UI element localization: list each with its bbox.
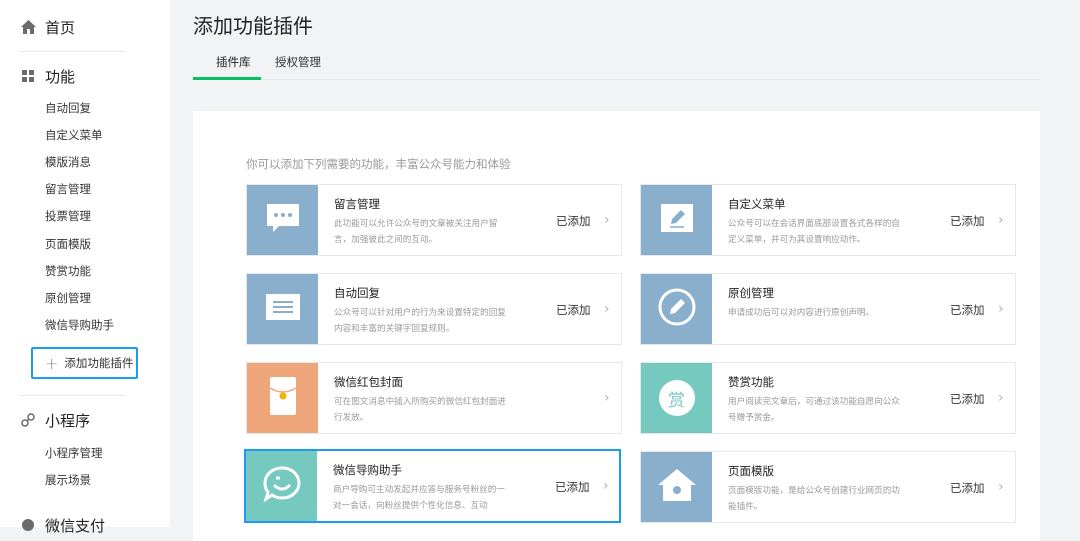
plugin-status: 已添加 — [555, 480, 590, 494]
plugin-name: 页面模版 — [728, 464, 774, 478]
plugin-card-original[interactable]: 原创管理 申请成功后可以对内容进行原创声明。 已添加 › — [640, 273, 1016, 345]
plugin-thumb — [641, 452, 712, 522]
chevron-right-icon: › — [998, 212, 1004, 228]
sidebar-item-original[interactable]: 原创管理 — [45, 289, 91, 307]
plugin-name: 原创管理 — [728, 286, 774, 300]
sidebar-item-mini-manage[interactable]: 小程序管理 — [45, 444, 103, 462]
plugin-card-shopping-assistant[interactable]: 微信导购助手 商户导购可主动发起并应答与服务号粉丝的一对一会话，向粉丝提供个性化… — [244, 449, 621, 523]
plugin-card-page-template[interactable]: 页面模版 页面模版功能，是给公众号创建行业网页的功能插件。 已添加 › — [640, 451, 1016, 523]
plugin-thumb — [641, 185, 712, 255]
plugin-desc: 页面模版功能，是给公众号创建行业网页的功能插件。 — [728, 486, 900, 512]
main-content: 添加功能插件 插件库 授权管理 你可以添加下列需要的功能，丰富公众号能力和体验 … — [170, 0, 1080, 541]
plugin-card-red-envelope[interactable]: 微信红包封面 可在图文消息中插入所购买的微信红包封面进行发放。 › — [246, 362, 622, 434]
plugin-name: 自动回复 — [334, 286, 380, 300]
plugin-desc: 用户阅读完文章后，可通过该功能自愿向公众号赠予赏金。 — [728, 397, 900, 423]
plugin-status: 已添加 — [950, 392, 985, 406]
house-icon — [656, 467, 698, 507]
plugin-thumb: 赏 — [641, 363, 712, 433]
pay-icon — [20, 517, 36, 533]
chevron-right-icon: › — [998, 390, 1004, 406]
add-plugin-button[interactable]: + 添加功能插件 — [31, 347, 138, 379]
reward-icon-glyph: 赏 — [668, 390, 685, 411]
intro-text: 你可以添加下列需要的功能，丰富公众号能力和体验 — [246, 157, 511, 171]
plugin-status: 已添加 — [556, 303, 591, 317]
page-title: 添加功能插件 — [193, 14, 313, 38]
plugin-card-auto-reply[interactable]: 自动回复 公众号可以针对用户的行为来设置特定的回复内容和丰富的关键字回复规则。 … — [246, 273, 622, 345]
plugin-name: 赞赏功能 — [728, 375, 774, 389]
plugin-thumb — [247, 185, 318, 255]
chevron-right-icon: › — [604, 390, 610, 406]
sidebar-item-custom-menu[interactable]: 自定义菜单 — [45, 126, 103, 144]
grid-icon — [20, 68, 36, 84]
red-envelope-icon — [269, 376, 297, 420]
plugin-panel: 你可以添加下列需要的功能，丰富公众号能力和体验 留言管理 此功能可以允许公众号的… — [193, 111, 1040, 541]
speech-bubble-icon — [265, 202, 301, 238]
nav-features[interactable]: 功能 — [20, 64, 75, 88]
tab-authorization[interactable]: 授权管理 — [275, 54, 321, 70]
sidebar-item-page-template[interactable]: 页面模版 — [45, 235, 91, 253]
plugin-name: 自定义菜单 — [728, 197, 786, 211]
sidebar-item-voting[interactable]: 投票管理 — [45, 207, 91, 225]
sidebar-item-reward[interactable]: 赞赏功能 — [45, 262, 91, 280]
circle-pen-icon — [657, 287, 697, 331]
nav-home[interactable]: 首页 — [20, 15, 75, 39]
plugin-thumb — [641, 274, 712, 344]
nav-features-label: 功能 — [45, 67, 76, 86]
plugin-desc: 此功能可以允许公众号的文章被关注用户留言，加强彼此之间的互动。 — [334, 219, 498, 245]
smile-chat-icon — [262, 466, 302, 506]
plugin-status: 已添加 — [950, 303, 985, 317]
plugin-desc: 公众号可以在会话界面底部设置各式各样的自定义菜单，并可为其设置响应动作。 — [728, 219, 900, 245]
sidebar-item-template-message[interactable]: 模版消息 — [45, 153, 91, 171]
sidebar: 首页 功能 自动回复 自定义菜单 模版消息 留言管理 投票管理 页面模版 赞赏功… — [0, 0, 170, 535]
nav-wechat-pay-label: 微信支付 — [45, 516, 106, 535]
sidebar-item-comments[interactable]: 留言管理 — [45, 180, 91, 198]
tab-plugin-library[interactable]: 插件库 — [216, 54, 251, 70]
chevron-right-icon: › — [604, 212, 610, 228]
plugin-card-reward[interactable]: 赏 赞赏功能 用户阅读完文章后，可通过该功能自愿向公众号赠予赏金。 已添加 › — [640, 362, 1016, 434]
chevron-right-icon: › — [604, 301, 610, 317]
sidebar-item-shopping-assistant[interactable]: 微信导购助手 — [45, 316, 114, 334]
sidebar-item-display-scene[interactable]: 展示场景 — [45, 471, 91, 489]
reward-icon: 赏 — [658, 380, 695, 416]
divider — [20, 395, 126, 396]
chevron-right-icon: › — [998, 479, 1004, 495]
nav-mini-program-label: 小程序 — [45, 411, 91, 430]
plugin-status: 已添加 — [950, 481, 985, 495]
plugin-thumb — [246, 451, 317, 521]
chevron-right-icon: › — [603, 478, 609, 494]
plugin-card-custom-menu[interactable]: 自定义菜单 公众号可以在会话界面底部设置各式各样的自定义菜单，并可为其设置响应动… — [640, 184, 1016, 256]
plugin-card-comments[interactable]: 留言管理 此功能可以允许公众号的文章被关注用户留言，加强彼此之间的互动。 已添加… — [246, 184, 622, 256]
link-icon — [20, 412, 36, 428]
plugin-thumb — [247, 363, 318, 433]
nav-mini-program[interactable]: 小程序 — [20, 408, 90, 432]
plugin-thumb — [247, 274, 318, 344]
home-icon — [20, 19, 36, 35]
tab-bar: 插件库 授权管理 — [193, 48, 1040, 80]
plugin-desc: 申请成功后可以对内容进行原创声明。 — [728, 308, 875, 318]
plugin-status: 已添加 — [556, 214, 591, 228]
message-lines-icon — [265, 293, 301, 325]
nav-home-label: 首页 — [45, 18, 76, 37]
plugin-name: 微信红包封面 — [334, 375, 403, 389]
nav-wechat-pay[interactable]: 微信支付 — [20, 513, 105, 537]
plugin-desc: 商户导购可主动发起并应答与服务号粉丝的一对一会话，向粉丝提供个性化信息、互动 — [333, 485, 505, 511]
chevron-right-icon: › — [998, 301, 1004, 317]
add-plugin-label: 添加功能插件 — [64, 356, 134, 370]
plugin-status: 已添加 — [950, 214, 985, 228]
sidebar-item-auto-reply[interactable]: 自动回复 — [45, 99, 91, 117]
plugin-name: 留言管理 — [334, 197, 380, 211]
plugin-name: 微信导购助手 — [333, 463, 402, 477]
plus-icon: + — [45, 353, 59, 373]
active-tab-indicator — [193, 77, 261, 80]
plugin-desc: 可在图文消息中插入所购买的微信红包封面进行发放。 — [334, 397, 506, 423]
plugin-desc: 公众号可以针对用户的行为来设置特定的回复内容和丰富的关键字回复规则。 — [334, 308, 506, 334]
pencil-icon — [660, 203, 694, 237]
divider — [20, 51, 126, 52]
